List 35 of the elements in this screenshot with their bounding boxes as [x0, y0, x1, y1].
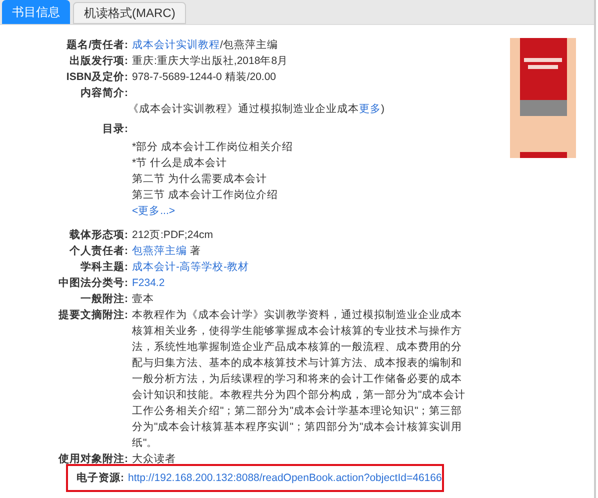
- field-label: 内容简介:: [80, 86, 128, 101]
- toc-entry: 第三节 成本会计工作岗位介绍: [132, 188, 278, 203]
- field-value: 壹本: [132, 292, 155, 307]
- field-value: 成本会计实训教程/包燕萍主编: [132, 38, 279, 53]
- field-value: 大众读者: [132, 452, 177, 467]
- link[interactable]: F234.2: [132, 275, 165, 291]
- field-label: 一般附注:: [80, 292, 128, 307]
- tab[interactable]: 机读格式(MARC): [73, 2, 186, 24]
- field-label: 学科主题:: [80, 260, 128, 275]
- field-value: 本教程作为《成本会计学》实训教学资料，通过模拟制造业企业成本核算相关业务，使得学生能够掌握成本会计核算的专业技术与操作方法，系统性地掌握制造企业产品成本核算的一般流程、成本费用的分配与归集方法、基本的成本核算技术与计算方法、成本报表的编制和一般分析方法，为后续课程的学习和将来的会计工作储备必要的成本会计知识和技能。本教程共分为四个部分构成，第一部分为"成本会计工作公务相关介绍"；第二部分为"成本会计学基本理论知识"；第三部分为"成本会计核算基本程序实训"；第四部分为"成本会计核算实训用纸"。: [132, 308, 466, 451]
- field-label: 中图法分类号:: [58, 276, 128, 291]
- field-value: 包燕萍主编 著: [132, 244, 202, 259]
- field-label: 载体形态项:: [68, 228, 128, 243]
- field-label: 电子资源:: [76, 471, 124, 486]
- intro-text: 《成本会计实训教程》通过模拟制造业企业成本更多): [128, 102, 384, 117]
- field-label: 目录:: [102, 122, 128, 137]
- field-value: 978-7-5689-1244-0 精装/20.00: [132, 70, 278, 85]
- toc-entry: *部分 成本会计工作岗位相关介绍: [132, 140, 294, 155]
- field-label: ISBN及定价:: [65, 70, 128, 85]
- field-label: 使用对象附注:: [57, 452, 128, 467]
- field-label: 出版发行项:: [68, 54, 128, 69]
- link[interactable]: 成本会计-高等学校-教材: [132, 259, 249, 275]
- field-value: 重庆:重庆大学出版社,2018年8月: [132, 54, 290, 69]
- field-value: 212页:PDF;24cm: [132, 228, 214, 243]
- link[interactable]: http://192.168.200.132:8088/readOpenBook.action?objectId=46166: [128, 470, 442, 486]
- more-link[interactable]: <更多...>: [132, 203, 176, 219]
- field-label: 题名/责任者:: [66, 38, 128, 53]
- toc-entry: *节 什么是成本会计: [132, 156, 228, 171]
- link[interactable]: 成本会计实训教程: [132, 39, 220, 51]
- link[interactable]: 包燕萍主编: [132, 245, 187, 257]
- link[interactable]: 更多: [359, 103, 381, 115]
- field-label: 提要文摘附注:: [57, 308, 128, 323]
- toc-entry: 第二节 为什么需要成本会计: [132, 172, 267, 187]
- field-label: 个人责任者:: [68, 244, 128, 259]
- tab[interactable]: 书目信息: [2, 0, 70, 24]
